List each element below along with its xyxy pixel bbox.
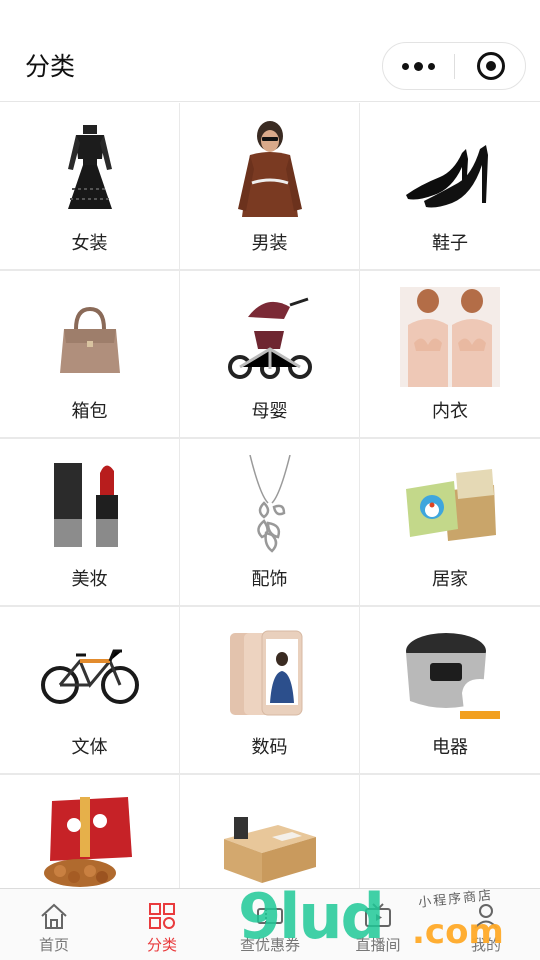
category-item-snacks[interactable] <box>0 775 179 888</box>
category-item-home[interactable]: 居家 <box>360 439 540 605</box>
tab-category[interactable]: 分类 <box>108 889 216 960</box>
category-label: 女装 <box>71 233 108 254</box>
tab-label: 我的 <box>470 936 501 954</box>
phone-image <box>229 630 302 716</box>
bicycle-image <box>40 649 139 704</box>
category-grid: 女装 男装 鞋子 箱包 母婴 内衣 美妆 配饰 居家 文体 数码 电器 <box>0 103 540 888</box>
category-item-shoes[interactable]: 鞋子 <box>360 103 540 269</box>
high-heels-image <box>406 145 488 208</box>
wooden-tissue-box-image <box>223 817 316 883</box>
category-label: 男装 <box>251 233 288 254</box>
lipstick-image <box>53 463 118 547</box>
more-icon[interactable] <box>383 43 454 89</box>
tab-coupon[interactable]: 查优惠券 <box>216 889 324 960</box>
man-sweater-image <box>237 121 302 217</box>
page-title: 分类 <box>25 52 76 81</box>
navigation-bar: 分类 <box>0 0 540 102</box>
tab-label: 查优惠券 <box>239 936 300 954</box>
category-item-storage[interactable] <box>180 775 359 888</box>
tab-home[interactable]: 首页 <box>0 889 108 960</box>
category-item-appliances[interactable]: 电器 <box>360 607 540 773</box>
tab-label: 分类 <box>146 936 177 954</box>
category-item-beauty[interactable]: 美妆 <box>0 439 179 605</box>
user-icon <box>474 904 498 929</box>
necklace-image <box>248 455 291 553</box>
capsule-divider <box>454 54 455 79</box>
category-label: 电器 <box>432 737 468 758</box>
category-item-digital[interactable]: 数码 <box>180 607 359 773</box>
close-icon[interactable] <box>477 52 505 80</box>
category-label: 居家 <box>432 569 468 590</box>
tab-live[interactable]: 直播间 <box>324 889 432 960</box>
category-item-baby[interactable]: 母婴 <box>180 271 359 437</box>
home-icon <box>41 903 67 929</box>
category-label: 数码 <box>251 737 288 758</box>
category-label: 配饰 <box>251 569 288 590</box>
lingerie-image <box>400 287 500 387</box>
cushions-image <box>406 469 496 541</box>
category-item-sports[interactable]: 文体 <box>0 607 179 773</box>
category-label: 母婴 <box>251 401 288 422</box>
category-label: 文体 <box>71 737 108 758</box>
category-label: 鞋子 <box>432 233 468 254</box>
empty-cell <box>360 775 540 888</box>
category-icon <box>149 903 175 929</box>
category-label: 美妆 <box>71 569 108 590</box>
category-label: 内衣 <box>432 401 468 422</box>
handbag-image <box>59 306 120 373</box>
tv-icon <box>365 903 391 927</box>
coupon-icon <box>257 908 283 924</box>
category-item-women[interactable]: 女装 <box>0 103 179 269</box>
dress-image <box>67 125 112 209</box>
category-item-lingerie[interactable]: 内衣 <box>360 271 540 437</box>
rice-cooker-image <box>406 633 500 719</box>
category-label: 箱包 <box>71 401 108 422</box>
snack-gift-box-image <box>43 797 132 887</box>
mini-program-capsule <box>382 42 526 90</box>
tab-bar: 首页 分类 查优惠券 直播间 我的 <box>0 888 540 960</box>
tab-mine[interactable]: 我的 <box>432 889 540 960</box>
tab-label: 首页 <box>38 936 69 954</box>
category-item-accessories[interactable]: 配饰 <box>180 439 359 605</box>
tab-label: 直播间 <box>355 936 401 954</box>
baby-tricycle-image <box>227 297 312 379</box>
category-item-bags[interactable]: 箱包 <box>0 271 179 437</box>
category-item-men[interactable]: 男装 <box>180 103 359 269</box>
